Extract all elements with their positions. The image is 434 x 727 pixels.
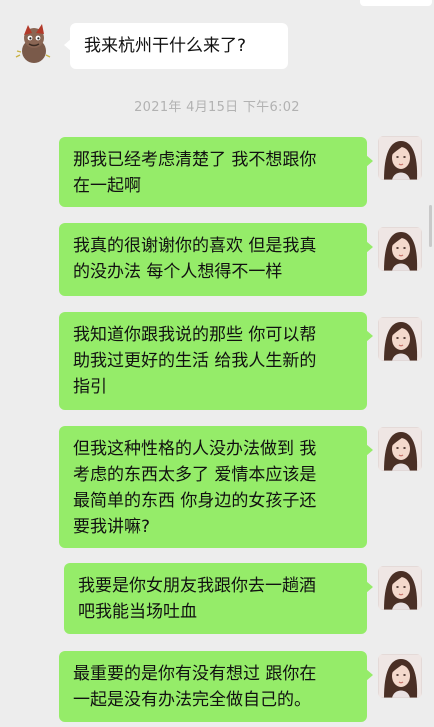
contact-avatar[interactable] — [12, 21, 56, 65]
woman-portrait-avatar-icon — [378, 227, 422, 271]
self-avatar[interactable] — [378, 227, 422, 271]
message-bubble-sent[interactable]: 那我已经考虑清楚了 我不想跟你 在一起啊 — [59, 137, 373, 207]
previous-message-edge — [360, 0, 432, 6]
message-bubble-sent[interactable]: 我要是你女朋友我跟你去一趟酒 吧我能当场吐血 — [64, 563, 373, 634]
message-bubble-sent[interactable]: 但我这种性格的人没办法做到 我 考虑的东西太多了 爱情本应该是 最简单的东西 你… — [59, 426, 373, 548]
self-avatar[interactable] — [378, 427, 422, 471]
message-timestamp: 2021年 4月15日 下午6:02 — [134, 100, 300, 115]
self-avatar[interactable] — [378, 136, 422, 180]
self-avatar[interactable] — [378, 317, 422, 361]
self-avatar[interactable] — [378, 566, 422, 610]
message-bubble-received[interactable]: 我来杭州干什么来了? — [64, 23, 288, 69]
woman-portrait-avatar-icon — [378, 654, 422, 698]
scrollbar[interactable] — [429, 205, 432, 247]
message-bubble-sent[interactable]: 最重要的是你有没有想过 跟你在 一起是没有办法完全做自己的。 — [59, 651, 373, 722]
cartoon-character-avatar-icon — [12, 21, 56, 65]
woman-portrait-avatar-icon — [378, 427, 422, 471]
message-bubble-sent[interactable]: 我知道你跟我说的那些 你可以帮 助我过更好的生活 给我人生新的 指引 — [59, 312, 373, 410]
woman-portrait-avatar-icon — [378, 317, 422, 361]
woman-portrait-avatar-icon — [378, 136, 422, 180]
self-avatar[interactable] — [378, 654, 422, 698]
woman-portrait-avatar-icon — [378, 566, 422, 610]
message-bubble-sent[interactable]: 我真的很谢谢你的喜欢 但是我真 的没办法 每个人想得不一样 — [59, 223, 373, 296]
